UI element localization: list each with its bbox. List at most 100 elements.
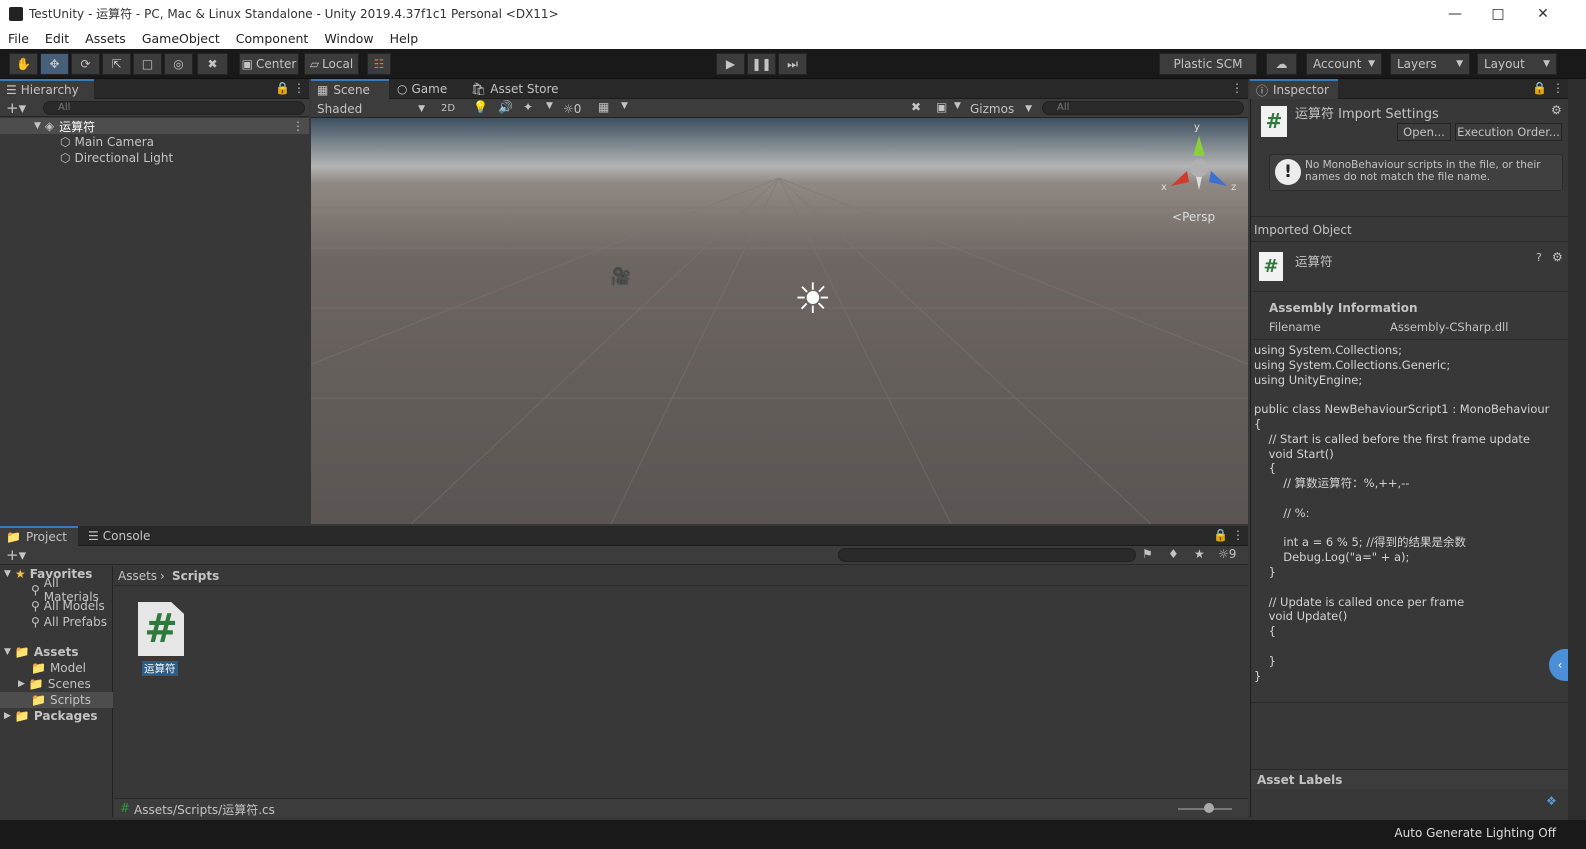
pivot-center-button[interactable]: ▣ Center — [239, 53, 299, 75]
tools-icon[interactable]: ✖ — [911, 100, 921, 114]
kebab-menu-icon[interactable]: ⋮ — [1552, 81, 1564, 95]
expand-arrow-icon[interactable]: ▼ — [4, 569, 11, 579]
hidden-packages-toggle[interactable]: ☼ 9 — [1218, 547, 1236, 561]
cloud-button[interactable]: ☁ — [1266, 53, 1297, 75]
layout-dropdown[interactable]: Layout ▼ — [1477, 53, 1557, 75]
move-tool-button[interactable]: ✥ — [40, 53, 69, 75]
chevron-down-icon[interactable]: ▼ — [621, 101, 628, 111]
chevron-down-icon[interactable]: ▼ — [546, 101, 553, 111]
close-button[interactable]: ✕ — [1520, 0, 1566, 27]
scene-search-input[interactable]: All — [1042, 101, 1244, 115]
expand-arrow-icon[interactable]: ▶ — [4, 711, 11, 721]
tab-inspector[interactable]: ⓘ Inspector — [1250, 79, 1338, 99]
camera-gizmo-icon[interactable]: 🎥 — [610, 267, 631, 287]
hidden-packages-count: 9 — [1228, 547, 1237, 561]
menu-assets[interactable]: Assets — [77, 31, 134, 46]
create-plus-icon[interactable]: +▾ — [6, 99, 26, 117]
camera-icon[interactable]: ▣ — [936, 100, 947, 114]
play-button[interactable]: ▶ — [716, 53, 745, 75]
favorite-item[interactable]: ⚲ All Materials — [0, 576, 113, 604]
rotate-tool-button[interactable]: ⟳ — [71, 53, 100, 75]
expand-arrow-icon[interactable]: ▼ — [4, 647, 11, 657]
scene-viewport[interactable]: 🎥 ☀ y x z <Persp — [311, 118, 1248, 524]
tab-project[interactable]: 📁 Project — [0, 526, 78, 546]
gear-icon[interactable]: ⚙ — [1552, 250, 1563, 264]
folder-item[interactable]: 📁 Model — [0, 660, 113, 676]
tab-game[interactable]: ○ Game — [391, 79, 463, 99]
tag-icon[interactable]: ❖ — [1546, 794, 1557, 808]
menu-file[interactable]: File — [0, 31, 37, 46]
assets-row[interactable]: ▼ 📁 Assets — [0, 644, 113, 660]
kebab-menu-icon[interactable]: ⋮ — [1231, 81, 1243, 95]
hierarchy-search-input[interactable]: All — [43, 101, 305, 115]
tab-console[interactable]: ☰ Console — [82, 526, 162, 546]
folder-item-selected[interactable]: 📁 Scripts — [0, 692, 113, 708]
rect-tool-button[interactable]: □ — [133, 53, 162, 75]
favorite-item[interactable]: ⚲ All Prefabs — [0, 614, 113, 630]
shading-dropdown[interactable]: Shaded ▼ — [313, 100, 429, 117]
breadcrumb-assets[interactable]: Assets — [118, 569, 157, 583]
kebab-menu-icon[interactable]: ⋮ — [292, 119, 304, 133]
tab-asset-store[interactable]: 🛍 Asset Store — [465, 79, 565, 99]
gizmos-dropdown[interactable]: Gizmos ▼ — [967, 100, 1035, 117]
minimize-button[interactable]: — — [1432, 0, 1478, 27]
help-icon[interactable]: ? — [1536, 251, 1542, 264]
grid-icon[interactable]: ▦ — [598, 100, 609, 114]
maximize-button[interactable]: □ — [1475, 0, 1521, 27]
kebab-menu-icon[interactable]: ⋮ — [1232, 528, 1244, 542]
lock-icon[interactable]: 🔒 — [1213, 528, 1228, 542]
layers-dropdown[interactable]: Layers ▼ — [1390, 53, 1470, 75]
lock-icon[interactable]: 🔒 — [1532, 81, 1547, 95]
project-search-input[interactable] — [838, 548, 1136, 562]
kebab-menu-icon[interactable]: ⋮ — [293, 81, 305, 95]
menu-component[interactable]: Component — [228, 31, 317, 46]
menu-edit[interactable]: Edit — [37, 31, 77, 46]
slider-thumb[interactable] — [1204, 803, 1214, 813]
plastic-scm-button[interactable]: Plastic SCM — [1159, 53, 1257, 75]
open-button[interactable]: Open... — [1397, 123, 1451, 141]
orientation-gizmo[interactable]: y x z — [1159, 122, 1239, 206]
lock-icon[interactable]: 🔒 — [275, 81, 290, 95]
asset-file-item[interactable]: # 运算符 — [136, 602, 186, 676]
packages-row[interactable]: ▶ 📁 Packages — [0, 708, 113, 724]
projection-toggle[interactable]: <Persp — [1172, 210, 1215, 224]
snap-button[interactable]: ☷ — [367, 53, 391, 75]
pause-button[interactable]: ❚❚ — [747, 53, 776, 75]
layers-label: Layers — [1397, 57, 1437, 71]
hierarchy-item[interactable]: ⬡ Main Camera — [0, 134, 309, 150]
vertical-scrollbar[interactable] — [1568, 79, 1586, 820]
mode-2d-toggle[interactable]: 2D — [436, 100, 460, 117]
light-gizmo-icon[interactable]: ☀ — [794, 274, 832, 323]
gear-icon[interactable]: ⚙ — [1551, 103, 1562, 117]
pivot-local-button[interactable]: ▱ Local — [304, 53, 359, 75]
account-dropdown[interactable]: Account ▼ — [1306, 53, 1382, 75]
menu-gameobject[interactable]: GameObject — [134, 31, 228, 46]
expand-arrow-icon[interactable]: ▶ — [18, 679, 25, 689]
custom-tool-button[interactable]: ✖ — [197, 53, 228, 75]
chevron-down-icon[interactable]: ▼ — [954, 101, 961, 111]
step-button[interactable]: ⏭ — [778, 53, 807, 75]
effects-icon[interactable]: ✦ — [523, 100, 533, 114]
create-plus-icon[interactable]: +▾ — [6, 546, 26, 564]
transform-tool-button[interactable]: ◎ — [164, 53, 193, 75]
breadcrumb-scripts[interactable]: Scripts — [172, 569, 219, 583]
menu-help[interactable]: Help — [382, 31, 427, 46]
hierarchy-item[interactable]: ⬡ Directional Light — [0, 150, 309, 166]
hand-tool-button[interactable]: ✋ — [9, 53, 38, 75]
scale-tool-button[interactable]: ⇱ — [102, 53, 131, 75]
lighting-icon[interactable]: 💡 — [473, 100, 488, 114]
audio-icon[interactable]: 🔊 — [498, 100, 513, 114]
star-icon[interactable]: ★ — [1194, 547, 1205, 561]
scene-visibility-toggle[interactable]: ☼ 0 — [563, 100, 591, 117]
menu-window[interactable]: Window — [316, 31, 381, 46]
folder-item[interactable]: ▶ 📁 Scenes — [0, 676, 113, 692]
filter-label-icon[interactable]: ♦ — [1168, 547, 1179, 561]
expand-arrow-icon[interactable]: ▼ — [34, 121, 41, 131]
execution-order-button[interactable]: Execution Order... — [1455, 123, 1562, 141]
divider — [1251, 216, 1569, 217]
tab-scene[interactable]: ▦ Scene — [311, 79, 389, 99]
favorite-item[interactable]: ⚲ All Models — [0, 598, 113, 614]
scene-row[interactable]: ▼ ◈ 运算符 ⋮ — [0, 118, 309, 134]
tab-hierarchy[interactable]: ☰ Hierarchy — [0, 79, 94, 99]
filter-type-icon[interactable]: ⚑ — [1142, 547, 1153, 561]
